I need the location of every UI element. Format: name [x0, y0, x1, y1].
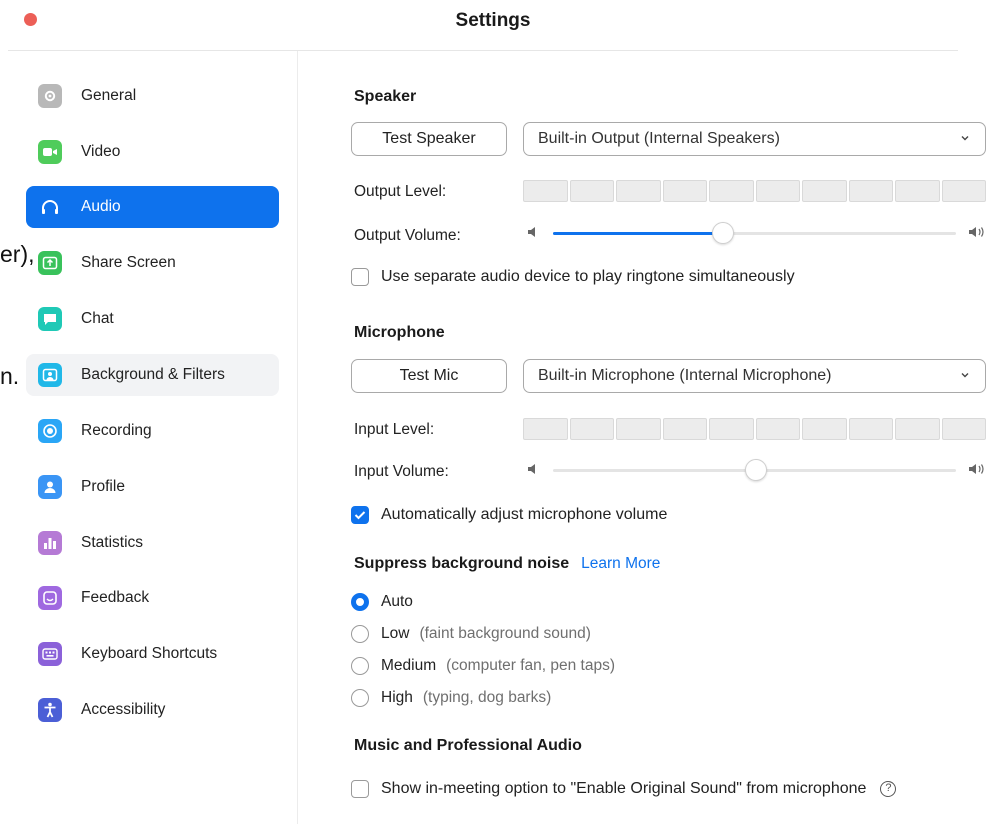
sidebar-item-video[interactable]: Video [26, 131, 279, 173]
sidebar-item-label: Background & Filters [81, 366, 225, 383]
sidebar-item-label: Keyboard Shortcuts [81, 645, 218, 662]
learn-more-link[interactable]: Learn More [581, 555, 660, 572]
sidebar-item-label: Feedback [81, 589, 150, 606]
input-volume-label: Input Volume: [354, 463, 449, 480]
suppress-noise-heading-text: Suppress background noise [354, 555, 570, 572]
smiley-icon [38, 586, 62, 610]
sidebar-item-recording[interactable]: Recording [26, 410, 279, 452]
test-speaker-button[interactable]: Test Speaker [351, 122, 507, 156]
noise-option-label: Low [381, 625, 410, 642]
sidebar-item-statistics[interactable]: Statistics [26, 522, 279, 564]
sidebar-item-audio[interactable]: Audio [26, 186, 279, 228]
sidebar-item-share-screen[interactable]: Share Screen [26, 242, 279, 284]
sidebar-item-label: Video [81, 143, 121, 160]
radio-button[interactable] [351, 625, 369, 643]
speaker-low-icon [528, 227, 535, 237]
auto-adjust-checkbox[interactable] [351, 506, 369, 524]
record-icon [38, 419, 62, 443]
keyboard-icon [38, 642, 62, 666]
auto-adjust-checkbox-row[interactable]: Automatically adjust microphone volume [351, 506, 667, 524]
person-portrait-icon [38, 363, 62, 387]
noise-option-medium[interactable]: Medium (computer fan, pen taps) [351, 657, 615, 675]
ringtone-checkbox[interactable] [351, 268, 369, 286]
radio-button[interactable] [351, 593, 369, 611]
sidebar-item-label: Statistics [81, 534, 144, 551]
sidebar-item-feedback[interactable]: Feedback [26, 577, 279, 619]
output-volume-slider[interactable] [523, 221, 986, 245]
microphone-device-select[interactable]: Built-in Microphone (Internal Microphone… [523, 359, 986, 393]
microphone-heading: Microphone [354, 324, 445, 341]
ringtone-checkbox-label: Use separate audio device to play ringto… [381, 268, 795, 285]
video-camera-icon [38, 140, 62, 164]
original-sound-checkbox[interactable] [351, 780, 369, 798]
original-sound-checkbox-row[interactable]: Show in-meeting option to "Enable Origin… [351, 780, 897, 798]
noise-option-label: High [381, 689, 413, 706]
noise-option-description: (computer fan, pen taps) [446, 657, 616, 674]
input-level-label: Input Level: [354, 421, 435, 438]
sidebar-item-label: Recording [81, 422, 152, 439]
noise-option-label: Auto [381, 593, 413, 610]
radio-button[interactable] [351, 657, 369, 675]
bar-chart-icon [38, 531, 62, 555]
original-sound-checkbox-label: Show in-meeting option to "Enable Origin… [381, 780, 867, 797]
title-bar: Settings [0, 0, 986, 50]
music-audio-heading: Music and Professional Audio [354, 737, 582, 754]
accessibility-icon [38, 698, 62, 722]
auto-adjust-checkbox-label: Automatically adjust microphone volume [381, 506, 668, 523]
sidebar-item-keyboard-shortcuts[interactable]: Keyboard Shortcuts [26, 633, 279, 675]
noise-option-description: (faint background sound) [419, 625, 591, 642]
sidebar-item-label: Chat [81, 310, 114, 327]
sidebar-item-label: Share Screen [81, 254, 176, 271]
speaker-low-icon [528, 464, 535, 474]
sidebar-item-general[interactable]: General [26, 75, 279, 117]
suppress-noise-heading: Suppress background noise Learn More [354, 555, 660, 573]
audio-settings-panel: Speaker Test Speaker Built-in Output (In… [298, 51, 986, 824]
speaker-high-icon [969, 227, 984, 237]
checkmark-icon [354, 511, 366, 520]
input-volume-knob[interactable] [744, 459, 767, 481]
sidebar-item-background-filters[interactable]: Background & Filters [26, 354, 279, 396]
speaker-device-select[interactable]: Built-in Output (Internal Speakers) [523, 122, 986, 156]
window-title: Settings [455, 10, 531, 31]
sidebar-item-chat[interactable]: Chat [26, 298, 279, 340]
sidebar-item-accessibility[interactable]: Accessibility [26, 689, 279, 731]
chat-bubble-icon [38, 307, 62, 331]
help-icon[interactable]: ? [880, 781, 897, 797]
test-mic-button[interactable]: Test Mic [351, 359, 507, 393]
gear-icon [38, 84, 62, 108]
chevron-down-icon [961, 136, 969, 141]
background-window-text: n. [0, 363, 20, 389]
noise-option-high[interactable]: High (typing, dog barks) [351, 689, 551, 707]
person-icon [38, 475, 62, 499]
noise-option-label: Medium [381, 657, 437, 674]
share-screen-icon [38, 251, 62, 275]
microphone-device-value: Built-in Microphone (Internal Microphone… [538, 367, 832, 384]
output-level-label: Output Level: [354, 183, 447, 200]
noise-option-auto[interactable]: Auto [351, 593, 413, 611]
radio-button[interactable] [351, 689, 369, 707]
noise-option-description: (typing, dog barks) [422, 689, 552, 706]
output-volume-label: Output Volume: [354, 227, 461, 244]
headphones-icon [38, 195, 62, 219]
sidebar-item-label: General [81, 87, 137, 104]
speaker-high-icon [969, 464, 984, 474]
chevron-down-icon [961, 373, 969, 378]
ringtone-checkbox-row[interactable]: Use separate audio device to play ringto… [351, 268, 795, 286]
sidebar-item-label: Profile [81, 478, 125, 495]
input-level-meter [523, 418, 986, 440]
input-volume-slider[interactable] [523, 458, 986, 482]
speaker-device-value: Built-in Output (Internal Speakers) [538, 130, 780, 147]
output-level-meter [523, 180, 986, 202]
output-volume-knob[interactable] [712, 222, 735, 244]
sidebar-item-label: Accessibility [81, 701, 166, 718]
sidebar-item-label: Audio [81, 198, 121, 215]
speaker-heading: Speaker [354, 88, 417, 105]
noise-option-low[interactable]: Low (faint background sound) [351, 625, 591, 643]
sidebar-item-profile[interactable]: Profile [26, 466, 279, 508]
